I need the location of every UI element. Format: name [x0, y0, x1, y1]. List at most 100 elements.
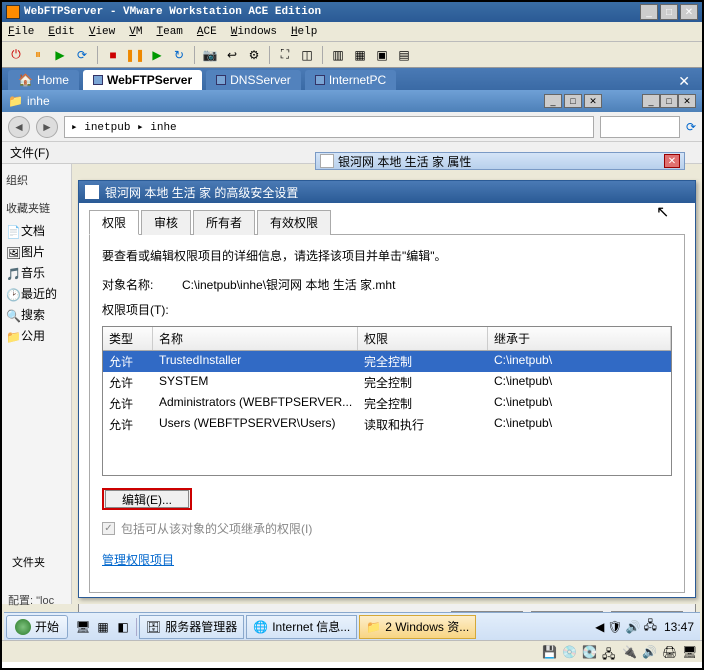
cd-icon[interactable]: 💿 [562, 645, 576, 659]
security-icon [85, 185, 99, 199]
manage-permissions-link[interactable]: 管理权限项目 [102, 553, 174, 567]
ql-icon[interactable]: ◧ [114, 618, 132, 636]
tray-icon[interactable]: ◀ [595, 620, 604, 634]
floppy-icon[interactable]: 💽 [582, 645, 596, 659]
tray-icon[interactable]: 🛡 [607, 620, 622, 634]
col-name[interactable]: 名称 [153, 327, 358, 350]
adv-titlebar[interactable]: 银河网 本地 生活 家 的高级安全设置 [79, 181, 695, 203]
ql-icon[interactable]: ▦ [94, 618, 112, 636]
tray-icon[interactable]: 🖧 [644, 616, 657, 637]
table-row[interactable]: 允许Administrators (WEBFTPSERVER...完全控制C:\… [103, 393, 671, 414]
include-label: 包括可从该对象的父项继承的权限(I) [121, 520, 312, 537]
tab-internetpc[interactable]: InternetPC [305, 70, 396, 90]
back-button[interactable]: ◄ [8, 116, 30, 138]
col-inherited[interactable]: 继承于 [488, 327, 671, 350]
sidebar-item-pics[interactable]: 🖼图片 [6, 241, 67, 262]
explorer-minimize[interactable]: _ [544, 94, 562, 108]
start-button[interactable]: 开始 [6, 615, 68, 639]
menu-help[interactable]: Help [291, 26, 317, 38]
manage-icon[interactable]: ⚙ [244, 45, 264, 65]
explorer-close[interactable]: ✕ [584, 94, 602, 108]
tab-effective[interactable]: 有效权限 [257, 210, 331, 235]
hdd-icon[interactable]: 💾 [542, 645, 556, 659]
folder-icon: 📁 [8, 94, 23, 108]
minimize-button[interactable]: _ [640, 4, 658, 20]
sidebar-item-recent[interactable]: 🕑最近的 [6, 283, 67, 304]
power-off-icon[interactable]: ⏻ [6, 45, 26, 65]
task-iis[interactable]: 🌐Internet 信息... [246, 615, 357, 639]
usb-icon[interactable]: 🔌 [622, 645, 636, 659]
vmware-statusbar: 💾 💿 💽 🖧 🔌 🔊 🖨 🖥 [2, 640, 702, 662]
refresh-icon[interactable]: ⟳ [686, 120, 696, 134]
menu-vm[interactable]: VM [129, 26, 142, 38]
tab-owner[interactable]: 所有者 [193, 210, 255, 235]
power-on-icon[interactable]: ▶ [50, 45, 70, 65]
sidebar-item-public[interactable]: 📁公用 [6, 325, 67, 346]
sidebar-item-music[interactable]: 🎵音乐 [6, 262, 67, 283]
tab-permissions[interactable]: 权限 [89, 210, 139, 235]
search-input[interactable] [600, 116, 680, 138]
revert-icon[interactable]: ↩ [222, 45, 242, 65]
public-icon: 📁 [6, 330, 18, 342]
menu-edit[interactable]: Edit [48, 26, 74, 38]
nic-icon[interactable]: 🖧 [602, 645, 616, 659]
doc-icon: 📄 [6, 225, 18, 237]
tab-audit[interactable]: 审核 [141, 210, 191, 235]
table-row[interactable]: 允许TrustedInstaller完全控制C:\inetpub\ [103, 351, 671, 372]
show-desktop-icon[interactable]: 🖥 [74, 618, 92, 636]
tab-close-button[interactable]: ✕ [672, 73, 696, 90]
display-icon[interactable]: 🖥 [682, 645, 696, 659]
outer-minimize[interactable]: _ [642, 94, 660, 108]
outer-maximize[interactable]: □ [660, 94, 678, 108]
permissions-table[interactable]: 类型 名称 权限 继承于 允许TrustedInstaller完全控制C:\in… [102, 326, 672, 476]
stop-icon[interactable]: ■ [103, 45, 123, 65]
explorer-sidebar: 组织 收藏夹链 📄文档 🖼图片 🎵音乐 🕑最近的 🔍搜索 📁公用 [2, 164, 72, 604]
tab-home[interactable]: 🏠Home [8, 70, 79, 90]
sidebar-item-docs[interactable]: 📄文档 [6, 220, 67, 241]
snapshot-icon[interactable]: 📷 [200, 45, 220, 65]
menu-ace[interactable]: ACE [197, 26, 217, 38]
task-explorer-group[interactable]: 📁2 Windows 资... [359, 615, 476, 639]
menu-windows[interactable]: Windows [231, 26, 277, 38]
properties-dialog-titlebar[interactable]: 银河网 本地 生活 家 属性 ✕ [315, 152, 685, 170]
menu-team[interactable]: Team [156, 26, 182, 38]
table-row[interactable]: 允许Users (WEBFTPSERVER\Users)读取和执行C:\inet… [103, 414, 671, 435]
outer-close[interactable]: ✕ [678, 94, 696, 108]
menu-file[interactable]: File [8, 26, 34, 38]
col-type[interactable]: 类型 [103, 327, 153, 350]
properties-close-button[interactable]: ✕ [664, 154, 680, 168]
suspend-icon[interactable]: ⏸ [28, 45, 48, 65]
summary-icon[interactable]: ▦ [350, 45, 370, 65]
breadcrumb[interactable]: ▸ inetpub ▸ inhe [64, 116, 594, 138]
menu-view[interactable]: View [89, 26, 115, 38]
sound-icon[interactable]: 🔊 [642, 645, 656, 659]
printer-icon[interactable]: 🖨 [662, 645, 676, 659]
quick-icon[interactable]: ▤ [394, 45, 414, 65]
maximize-button[interactable]: □ [660, 4, 678, 20]
col-perm[interactable]: 权限 [358, 327, 488, 350]
forward-button[interactable]: ► [36, 116, 58, 138]
table-row[interactable]: 允许SYSTEM完全控制C:\inetpub\ [103, 372, 671, 393]
pause-icon[interactable]: ❚❚ [125, 45, 145, 65]
reset-icon[interactable]: ⟳ [72, 45, 92, 65]
unity-icon[interactable]: ◫ [297, 45, 317, 65]
server-icon: 🗄 [146, 620, 161, 634]
console-icon[interactable]: ▣ [372, 45, 392, 65]
explorer-maximize[interactable]: □ [564, 94, 582, 108]
favorites-heading: 收藏夹链 [6, 200, 67, 216]
explorer-titlebar: 📁 inhe _ □ ✕ _ □ ✕ [2, 90, 702, 112]
restart-icon[interactable]: ↻ [169, 45, 189, 65]
play-icon[interactable]: ▶ [147, 45, 167, 65]
file-menu[interactable]: 文件(F) [10, 144, 49, 161]
sidebar-icon[interactable]: ▥ [328, 45, 348, 65]
fullscreen-icon[interactable]: ⛶ [275, 45, 295, 65]
tab-webftpserver[interactable]: WebFTPServer [83, 70, 202, 90]
close-button[interactable]: ✕ [680, 4, 698, 20]
clock[interactable]: 13:47 [664, 620, 694, 634]
tray-icon[interactable]: 🔊 [626, 620, 641, 634]
edit-button[interactable]: 编辑(E)... [105, 490, 189, 508]
sidebar-item-search[interactable]: 🔍搜索 [6, 304, 67, 325]
task-server-manager[interactable]: 🗄服务器管理器 [139, 615, 244, 639]
edit-button-highlight: 编辑(E)... [102, 488, 192, 510]
tab-dnsserver[interactable]: DNSServer [206, 70, 301, 90]
